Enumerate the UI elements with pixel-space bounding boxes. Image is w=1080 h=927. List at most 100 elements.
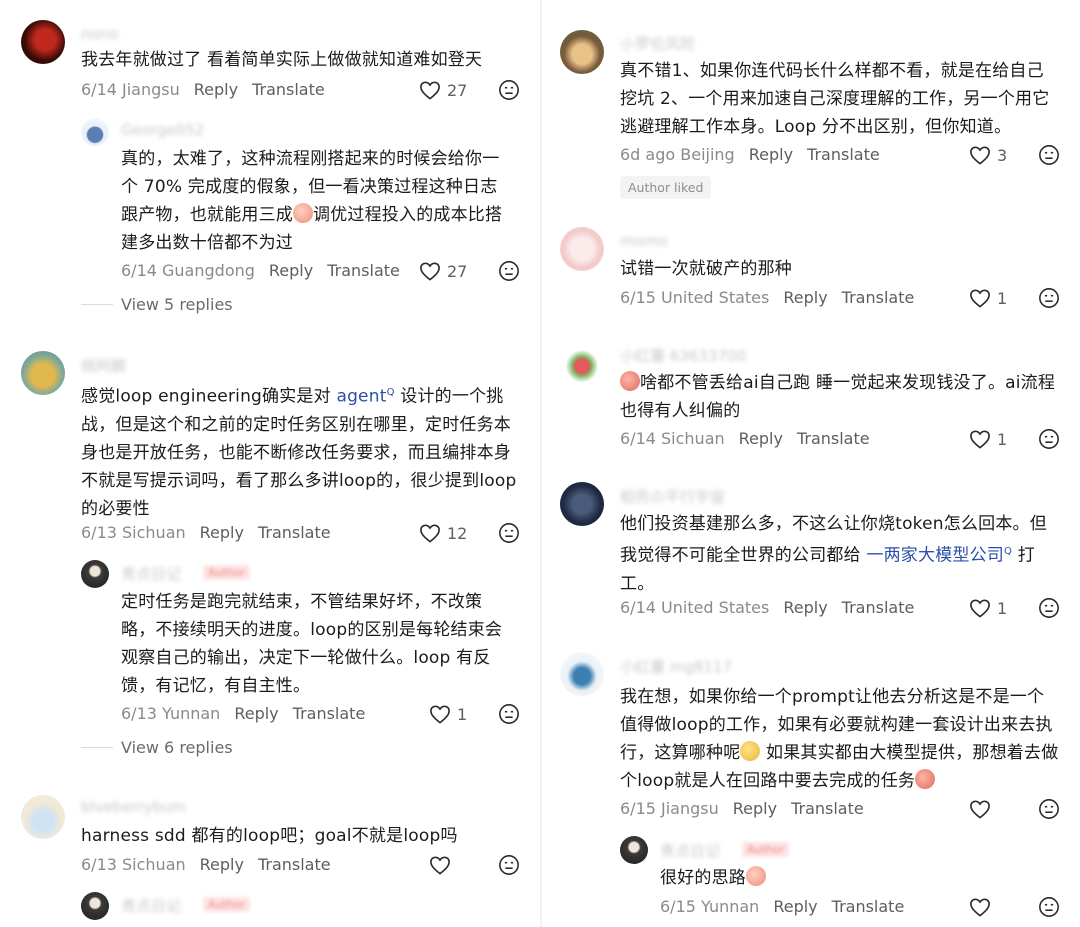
reply-button[interactable]: Reply (234, 704, 278, 723)
author-liked-badge: Author liked (620, 176, 712, 199)
comment-meta: 6/15 Jiangsu Reply Translate (620, 799, 864, 818)
heart-outline-icon (970, 800, 990, 819)
dislike-face-icon[interactable] (498, 854, 520, 876)
like-button[interactable] (969, 897, 997, 917)
avatar[interactable] (81, 118, 109, 146)
like-button[interactable]: 12 (419, 523, 467, 543)
comment-meta: 6/14 Sichuan Reply Translate (620, 429, 870, 448)
comment-username[interactable]: 小红薯 mg8117 (620, 656, 732, 677)
comment-date-location: 6/13 Yunnan (121, 704, 221, 723)
translate-button[interactable]: Translate (797, 429, 870, 448)
comment-text: 我去年就做过了 看着简单实际上做做就知道难如登天 (81, 50, 483, 70)
dislike-face-icon[interactable] (498, 703, 520, 725)
comment-text: 很好的思路 (660, 864, 1050, 892)
comment-username[interactable]: nono (81, 25, 118, 43)
view-replies-button[interactable]: View 6 replies (81, 738, 233, 757)
translate-button[interactable]: Translate (252, 80, 325, 99)
dislike-face-icon[interactable] (498, 260, 520, 282)
like-count: 1 (997, 598, 1008, 618)
divider (81, 304, 113, 305)
like-button[interactable]: 1 (429, 704, 467, 724)
translate-button[interactable]: Translate (791, 799, 864, 818)
comment-date-location: 6d ago Beijing (620, 145, 735, 164)
like-button[interactable]: 1 (969, 598, 1007, 618)
avatar[interactable] (560, 30, 604, 74)
dislike-face-icon[interactable] (498, 522, 520, 544)
translate-button[interactable]: Translate (293, 704, 366, 723)
like-button[interactable] (969, 799, 997, 819)
column-divider (540, 0, 542, 927)
comment-username[interactable]: 青点日记 (121, 895, 181, 916)
comment-text: 我在想，如果你给一个prompt让他去分析这是不是一个值得做loop的工作，如果… (620, 687, 1059, 791)
heart-outline-icon (970, 898, 990, 917)
dislike-face-icon[interactable] (1038, 597, 1060, 619)
dislike-face-icon[interactable] (1038, 287, 1060, 309)
dislike-face-icon[interactable] (1038, 428, 1060, 450)
avatar[interactable] (21, 795, 65, 839)
heart-outline-icon (420, 81, 440, 100)
avatar[interactable] (81, 892, 109, 920)
reply-button[interactable]: Reply (749, 145, 793, 164)
dislike-face-icon[interactable] (1038, 798, 1060, 820)
heart-outline-icon (970, 430, 990, 449)
translate-button[interactable]: Translate (842, 598, 915, 617)
comment-username[interactable]: 青点日记 (121, 563, 181, 584)
avatar[interactable] (21, 351, 65, 395)
comment-meta: 6/14 Guangdong Reply Translate (121, 261, 400, 280)
heart-outline-icon (420, 524, 440, 543)
comment-meta: 6/14 Jiangsu Reply Translate (81, 80, 325, 99)
avatar[interactable] (560, 482, 604, 526)
comment-date-location: 6/14 Jiangsu (81, 80, 180, 99)
translate-button[interactable]: Translate (832, 897, 905, 916)
reply-button[interactable]: Reply (200, 855, 244, 874)
search-link[interactable]: 一两家大模型公司 (866, 546, 1004, 566)
comment-username[interactable]: 小红薯 63633700 (620, 345, 746, 366)
dislike-face-icon[interactable] (1038, 896, 1060, 918)
heart-outline-icon (430, 705, 450, 724)
avatar[interactable] (620, 836, 648, 864)
translate-button[interactable]: Translate (842, 288, 915, 307)
reply-button[interactable]: Reply (773, 897, 817, 916)
comment-username[interactable]: 桃阿麟 (81, 355, 126, 376)
comment-date-location: 6/13 Sichuan (81, 855, 186, 874)
reply-button[interactable]: Reply (783, 598, 827, 617)
dislike-face-icon[interactable] (498, 79, 520, 101)
translate-button[interactable]: Translate (258, 523, 331, 542)
like-button[interactable]: 1 (969, 288, 1007, 308)
view-replies-button[interactable]: View 5 replies (81, 295, 233, 314)
reply-button[interactable]: Reply (733, 799, 777, 818)
avatar[interactable] (560, 652, 604, 696)
comment-username[interactable]: blveberrybum (81, 798, 186, 816)
translate-button[interactable]: Translate (258, 855, 331, 874)
search-link[interactable]: agent (336, 387, 386, 407)
translate-button[interactable]: Translate (807, 145, 880, 164)
like-button[interactable]: 3 (969, 145, 1007, 165)
comment-username[interactable]: 青点日记 (660, 840, 720, 861)
like-button[interactable]: 27 (419, 261, 467, 281)
like-button[interactable] (429, 855, 457, 875)
avatar[interactable] (560, 227, 604, 271)
comment-username[interactable]: 小罗伦风险 (620, 33, 695, 54)
comment-text: 真不错1、如果你连代码长什么样都不看，就是在给自己挖坑 2、一个用来加速自己深度… (620, 61, 1050, 137)
comment-text: 试错一次就破产的那种 (620, 259, 792, 279)
translate-button[interactable]: Translate (327, 261, 400, 280)
dislike-face-icon[interactable] (1038, 144, 1060, 166)
like-button[interactable]: 1 (969, 429, 1007, 449)
reply-button[interactable]: Reply (269, 261, 313, 280)
comment-username[interactable]: George052 (121, 121, 204, 139)
reply-button[interactable]: Reply (739, 429, 783, 448)
avatar[interactable] (560, 342, 604, 386)
like-count: 1 (457, 704, 468, 724)
avatar[interactable] (81, 560, 109, 588)
comment-username[interactable]: momo (620, 232, 668, 250)
reply-button[interactable]: Reply (194, 80, 238, 99)
like-count: 27 (447, 261, 468, 281)
comment-username[interactable]: 稻壳の平行宇宙 (620, 486, 725, 507)
like-button[interactable]: 27 (419, 80, 467, 100)
search-superscript-icon: Q (386, 387, 395, 398)
avatar[interactable] (21, 20, 65, 64)
comment-date-location: 6/15 United States (620, 288, 770, 307)
reply-button[interactable]: Reply (200, 523, 244, 542)
comment-meta: 6/15 United States Reply Translate (620, 288, 914, 307)
reply-button[interactable]: Reply (783, 288, 827, 307)
